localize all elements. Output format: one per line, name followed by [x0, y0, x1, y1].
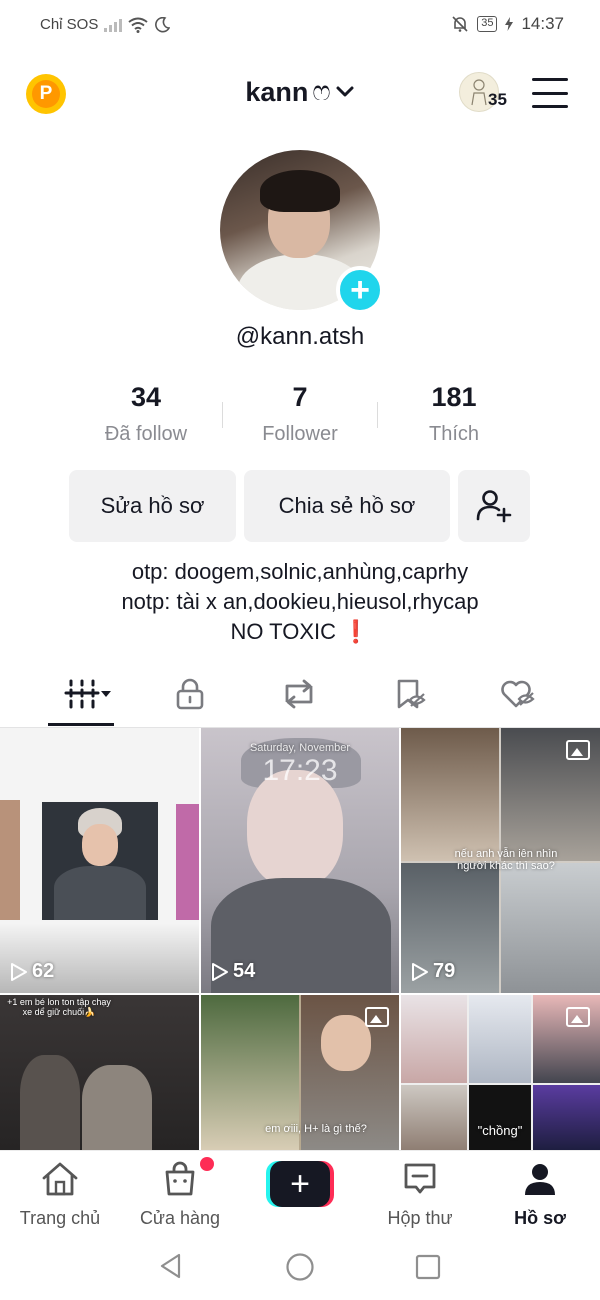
share-profile-button[interactable]: Chia sẻ hồ sơ: [244, 470, 450, 542]
nav-profile[interactable]: Hồ sơ: [480, 1161, 600, 1229]
stat-likes[interactable]: 181 Thích: [374, 382, 534, 446]
battery-indicator: 35: [477, 16, 498, 32]
profile-stats: 34 Đã follow 7 Follower 181 Thích: [0, 382, 600, 452]
edit-profile-button[interactable]: Sửa hồ sơ: [69, 470, 236, 542]
grid-item[interactable]: "chồng": [401, 995, 600, 1150]
bookmark-hidden-icon: [397, 679, 426, 709]
video-grid: 62 Saturday, November 17:23 54 nếu anh v…: [0, 728, 600, 1150]
heart-hidden-icon: [501, 680, 535, 708]
photo-post-icon: [566, 1007, 590, 1027]
grid-item[interactable]: 62: [0, 728, 199, 993]
stat-likes-label: Thích: [428, 423, 480, 445]
tab-favorites[interactable]: [380, 674, 440, 714]
bottom-navigation: Trang chủ Cửa hàng + Hộp thư Hồ sơ: [0, 1150, 600, 1230]
menu-icon[interactable]: [532, 78, 568, 108]
home-icon: [42, 1162, 78, 1196]
overlay-caption: em ơiii, H+ là gì thế?: [265, 1123, 367, 1135]
status-bar: Chỉ SOS 35 14:37: [0, 0, 600, 50]
tab-videos[interactable]: [56, 674, 116, 714]
profile-header: P kann ෆ 35: [0, 62, 600, 126]
play-icon: [11, 962, 27, 981]
view-count: 79: [411, 960, 455, 983]
stat-followers-label: Follower: [262, 423, 338, 445]
account-switcher[interactable]: kann ෆ: [0, 76, 600, 108]
add-story-plus-icon[interactable]: +: [336, 266, 384, 314]
status-right: 35 14:37: [451, 14, 564, 34]
nav-home[interactable]: Trang chủ: [0, 1161, 120, 1229]
profile-actions: Sửa hồ sơ Chia sẻ hồ sơ: [0, 470, 600, 542]
view-count-value: 62: [32, 960, 55, 982]
nav-profile-label: Hồ sơ: [514, 1208, 566, 1228]
exclamation-mark: ❗: [342, 619, 370, 644]
signal-icon: [104, 18, 123, 32]
tab-reposts[interactable]: [269, 674, 329, 714]
clock-time: 14:37: [521, 14, 564, 33]
play-icon: [212, 962, 228, 981]
overlay-caption: "chồng": [477, 1123, 523, 1138]
nav-shop[interactable]: Cửa hàng: [120, 1161, 240, 1229]
grid-item[interactable]: em ơiii, H+ là gì thế?: [201, 995, 399, 1150]
recents-icon[interactable]: [414, 1253, 442, 1281]
moon-icon: [155, 16, 171, 32]
charging-icon: [505, 17, 514, 31]
account-name: kann: [245, 76, 309, 107]
view-count: 62: [10, 960, 54, 983]
nav-shop-label: Cửa hàng: [139, 1208, 221, 1228]
bio-line-3: NO TOXIC ❗: [0, 617, 600, 647]
nav-inbox[interactable]: Hộp thư: [360, 1161, 480, 1229]
play-icon: [412, 962, 428, 981]
status-left: Chỉ SOS: [40, 16, 171, 33]
back-icon[interactable]: [157, 1252, 185, 1280]
chevron-down-icon: [336, 86, 354, 97]
lock-icon: [176, 678, 204, 710]
nav-inbox-label: Hộp thư: [387, 1208, 453, 1228]
active-tab-indicator: [48, 723, 114, 726]
overlay-caption: +1 em bé lon ton tập chạy xe dể giữ chuố…: [7, 997, 111, 1017]
photo-post-icon: [566, 740, 590, 760]
profile-bio: otp: doogem,solnic,anhùng,caprhy notp: t…: [0, 557, 600, 647]
tab-liked[interactable]: [488, 674, 548, 714]
home-circle-icon[interactable]: [285, 1252, 315, 1282]
bio-line-1: otp: doogem,solnic,anhùng,caprhy: [131, 559, 469, 584]
account-name-symbol: ෆ: [312, 76, 331, 106]
notification-dot: [200, 1157, 214, 1171]
profile-handle: @kann.atsh: [235, 323, 365, 350]
photo-post-icon: [365, 1007, 389, 1027]
stat-following-value: 34: [130, 382, 162, 412]
overlay-time: 17:23: [262, 754, 338, 787]
tab-private[interactable]: [160, 674, 220, 714]
story-count: 35: [488, 90, 507, 109]
overlay-date: Saturday, November: [249, 742, 351, 754]
create-button[interactable]: +: [266, 1161, 334, 1207]
bell-muted-icon: [452, 16, 468, 32]
content-tabs: [0, 666, 600, 728]
add-friends-button[interactable]: [458, 470, 530, 542]
wifi-icon: [128, 17, 148, 33]
repost-icon: [285, 679, 313, 709]
view-count: 54: [211, 960, 255, 983]
nav-home-label: Trang chủ: [19, 1208, 101, 1228]
stat-likes-value: 181: [431, 382, 477, 412]
stat-followers[interactable]: 7 Follower: [220, 382, 380, 446]
bio-line-3-text: NO TOXIC: [230, 619, 336, 644]
profile-icon: [525, 1164, 555, 1195]
grid-item[interactable]: Saturday, November 17:23 54: [201, 728, 399, 993]
add-user-icon: [476, 490, 512, 523]
system-navigation: [0, 1232, 600, 1300]
inbox-icon: [404, 1163, 436, 1194]
view-count-value: 79: [433, 960, 456, 982]
grid-item[interactable]: +1 em bé lon ton tập chạy xe dể giữ chuố…: [0, 995, 199, 1150]
stat-following-label: Đã follow: [104, 423, 188, 445]
videos-grid-icon: [64, 679, 111, 709]
shop-icon: [165, 1161, 195, 1196]
plus-icon: +: [270, 1161, 330, 1207]
stat-followers-value: 7: [292, 382, 308, 412]
carrier-text: Chỉ SOS: [40, 16, 99, 33]
bio-line-2: notp: tài x an,dookieu,hieusol,rhycap: [121, 589, 479, 614]
stat-following[interactable]: 34 Đã follow: [66, 382, 226, 446]
overlay-caption: nếu anh vẫn iên nhìn người khác thì sao?: [454, 848, 558, 872]
view-count-value: 54: [233, 960, 256, 982]
grid-item[interactable]: nếu anh vẫn iên nhìn người khác thì sao?…: [401, 728, 600, 993]
